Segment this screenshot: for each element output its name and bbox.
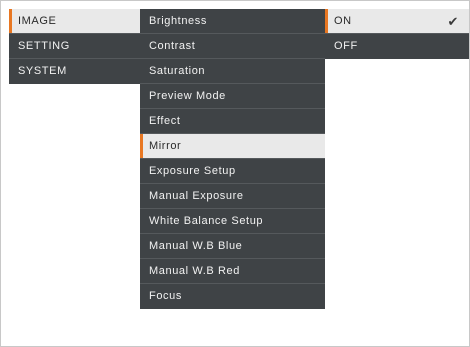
submenu-item-label: White Balance Setup [149,215,264,227]
main-menu-item-label: SETTING [18,40,70,52]
main-menu: IMAGE SETTING SYSTEM [9,9,140,84]
submenu-item-preview-mode[interactable]: Preview Mode [140,84,325,109]
submenu-item-mirror[interactable]: Mirror [140,134,325,159]
image-submenu: Brightness Contrast Saturation Preview M… [140,9,325,309]
submenu-item-manual-wb-blue[interactable]: Manual W.B Blue [140,234,325,259]
submenu-item-label: Mirror [149,140,182,152]
main-menu-item-setting[interactable]: SETTING [9,34,140,59]
osd-menu-screen: IMAGE SETTING SYSTEM Brightness Contrast… [0,0,470,347]
submenu-item-label: Contrast [149,40,196,52]
submenu-item-label: Manual W.B Blue [149,240,243,252]
option-off[interactable]: OFF [325,34,469,59]
submenu-item-label: Focus [149,290,182,302]
submenu-item-label: Saturation [149,65,206,77]
submenu-item-white-balance-setup[interactable]: White Balance Setup [140,209,325,234]
main-menu-item-label: SYSTEM [18,65,67,77]
submenu-item-label: Exposure Setup [149,165,236,177]
submenu-item-focus[interactable]: Focus [140,284,325,309]
submenu-item-brightness[interactable]: Brightness [140,9,325,34]
option-on[interactable]: ON ✔ [325,9,469,34]
mirror-options: ON ✔ OFF [325,9,469,59]
submenu-item-manual-wb-red[interactable]: Manual W.B Red [140,259,325,284]
submenu-item-label: Manual W.B Red [149,265,240,277]
submenu-item-effect[interactable]: Effect [140,109,325,134]
submenu-item-manual-exposure[interactable]: Manual Exposure [140,184,325,209]
main-menu-item-system[interactable]: SYSTEM [9,59,140,84]
submenu-item-label: Preview Mode [149,90,226,102]
submenu-item-label: Effect [149,115,181,127]
submenu-item-label: Manual Exposure [149,190,244,202]
submenu-item-exposure-setup[interactable]: Exposure Setup [140,159,325,184]
main-menu-item-label: IMAGE [18,15,57,27]
option-label: OFF [334,40,358,52]
option-label: ON [334,15,352,27]
main-menu-item-image[interactable]: IMAGE [9,9,140,34]
submenu-item-contrast[interactable]: Contrast [140,34,325,59]
checkmark-icon: ✔ [447,14,459,29]
submenu-item-saturation[interactable]: Saturation [140,59,325,84]
submenu-item-label: Brightness [149,15,207,27]
